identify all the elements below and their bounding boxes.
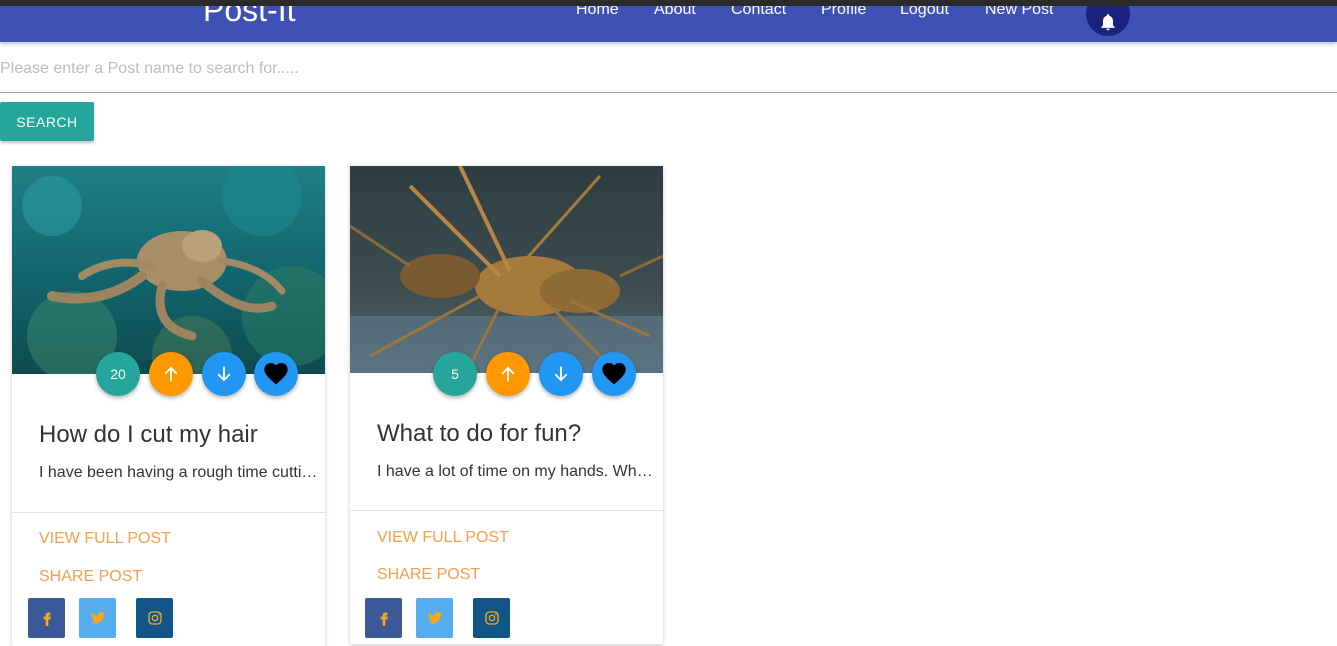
twitter-icon [427,611,442,624]
instagram-icon [147,611,162,625]
post-excerpt: I have been having a rough time cutting … [39,464,319,481]
search-field [0,52,1337,93]
downvote-button[interactable] [202,352,246,396]
nav-contact[interactable]: Contact [731,6,786,22]
nav-new-post[interactable]: New Post [985,6,1053,22]
post-image-octopus [12,166,325,374]
upvote-button[interactable] [486,352,530,396]
heart-icon [264,363,288,385]
facebook-icon [380,612,388,626]
share-instagram-button[interactable] [136,598,173,638]
post-title: What to do for fun? [377,420,582,447]
share-instagram-button[interactable] [473,598,510,638]
vote-count-badge: 5 [433,352,477,396]
instagram-icon [484,611,499,625]
upvote-button[interactable] [149,352,193,396]
nav-profile[interactable]: Profile [821,6,866,22]
card-divider [350,510,663,511]
share-post-link[interactable]: SHARE POST [39,568,142,586]
search-input[interactable] [0,52,1337,86]
share-twitter-button[interactable] [416,598,453,638]
post-title: How do I cut my hair [39,421,258,448]
share-twitter-button[interactable] [79,598,116,638]
arrow-up-icon [501,366,515,382]
share-facebook-button[interactable] [365,598,402,638]
nav-about[interactable]: About [654,6,696,22]
search-button[interactable]: SEARCH [0,102,94,141]
navbar: Post-It Home About Contact Profile Logou… [0,6,1337,42]
post-image-lobster [350,166,663,373]
share-facebook-button[interactable] [28,598,65,638]
card-divider [12,512,325,513]
view-full-post-link[interactable]: VIEW FULL POST [39,530,171,548]
view-full-post-link[interactable]: VIEW FULL POST [377,529,509,547]
twitter-icon [90,611,105,624]
post-excerpt: I have a lot of time on my hands. What s… [377,463,657,480]
nav-logout[interactable]: Logout [900,6,949,22]
like-button[interactable] [592,352,636,396]
bell-icon [1101,14,1115,31]
arrow-down-icon [217,366,231,382]
nav-home[interactable]: Home [576,6,619,22]
arrow-up-icon [164,366,178,382]
notifications-button[interactable] [1086,6,1130,36]
downvote-button[interactable] [539,352,583,396]
brand-logo[interactable]: Post-It [203,6,295,30]
heart-icon [602,363,626,385]
facebook-icon [43,612,51,626]
arrow-down-icon [554,366,568,382]
post-card: 5 What to do for fun? I have a lot of ti… [350,166,663,644]
like-button[interactable] [254,352,298,396]
share-post-link[interactable]: SHARE POST [377,566,480,584]
vote-count-badge: 20 [96,352,140,396]
post-card: 20 How do I cut my hair I have been havi… [12,166,325,646]
